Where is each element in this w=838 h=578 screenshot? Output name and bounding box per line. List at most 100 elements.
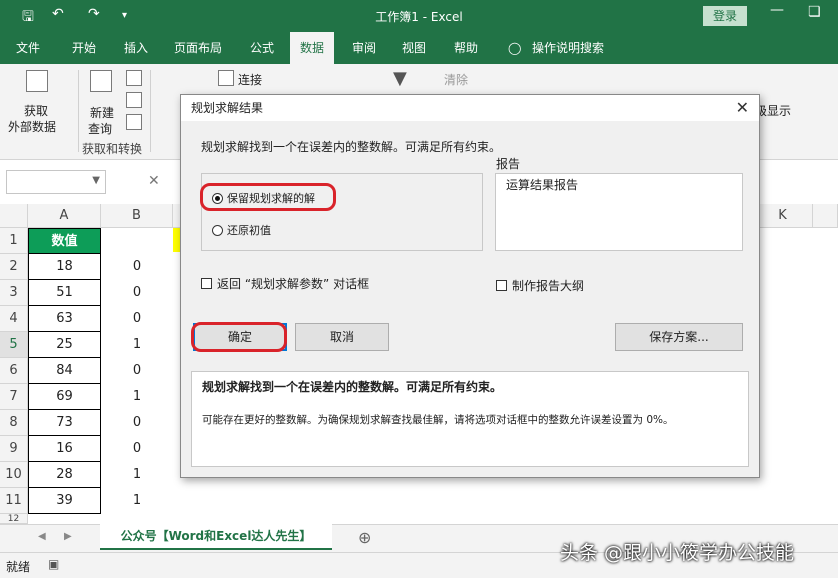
column-header-k[interactable]: K	[753, 204, 813, 228]
sheet-tab[interactable]: 公众号【Word和Excel达人先生】	[100, 524, 332, 550]
cell-a[interactable]: 73	[28, 410, 101, 436]
cell-a[interactable]: 25	[28, 332, 101, 358]
cell-b[interactable]: 0	[101, 410, 173, 436]
tab-insert[interactable]: 插入	[124, 32, 148, 64]
connections-label[interactable]: 连接	[238, 71, 262, 88]
cancel-button[interactable]: 取消	[295, 323, 389, 351]
restore-icon[interactable]: ❏	[808, 4, 821, 20]
dialog-message: 规划求解找到一个在误差内的整数解。可满足所有约束。	[201, 140, 502, 154]
minimize-icon[interactable]: —	[770, 2, 784, 18]
keep-solution-label[interactable]: 保留规划求解的解	[227, 190, 315, 206]
from-table-icon[interactable]	[126, 92, 142, 108]
chevron-down-icon[interactable]: ▼	[92, 175, 100, 186]
row-header[interactable]: 8	[0, 410, 28, 436]
scroll-left-icon[interactable]: ◀	[38, 531, 46, 542]
reports-label: 报告	[496, 157, 521, 171]
show-queries-icon[interactable]	[126, 70, 142, 86]
checkbox-icon[interactable]	[496, 280, 507, 291]
tab-page-layout[interactable]: 页面布局	[174, 32, 222, 64]
row-header[interactable]: 6	[0, 358, 28, 384]
cell-b[interactable]: 0	[101, 280, 173, 306]
scroll-right-icon[interactable]: ▶	[64, 531, 72, 542]
radio-unselected-icon[interactable]	[212, 224, 223, 236]
cell-b[interactable]: 0	[101, 254, 173, 280]
cell-a[interactable]: 39	[28, 488, 101, 514]
row-header[interactable]: 2	[0, 254, 28, 280]
save-scenario-button[interactable]: 保存方案...	[615, 323, 743, 351]
restore-values-radio[interactable]: 还原初值	[212, 222, 271, 238]
ok-button[interactable]: 确定	[193, 323, 287, 351]
tab-view[interactable]: 视图	[402, 32, 426, 64]
row-header[interactable]: 9	[0, 436, 28, 462]
cell-a1[interactable]: 数值	[28, 228, 101, 254]
cell-a[interactable]: 69	[28, 384, 101, 410]
cell-b[interactable]: 0	[101, 358, 173, 384]
cell-a[interactable]: 84	[28, 358, 101, 384]
reports-list[interactable]: 运算结果报告	[495, 173, 743, 251]
row-header[interactable]: 11	[0, 488, 28, 514]
ribbon-separator	[150, 70, 151, 152]
row-header-selected[interactable]: 5	[0, 332, 28, 358]
tab-formulas[interactable]: 公式	[250, 32, 274, 64]
ribbon-tabs: 文件 开始 插入 页面布局 公式 数据 审阅 视图 帮助 ◯ 操作说明搜索	[0, 32, 838, 64]
cell-b[interactable]: 0	[101, 436, 173, 462]
report-item-answer[interactable]: 运算结果报告	[506, 176, 578, 193]
row-header[interactable]: 7	[0, 384, 28, 410]
cell-b[interactable]: 1	[101, 332, 173, 358]
tab-help[interactable]: 帮助	[454, 32, 478, 64]
column-header-l[interactable]	[813, 204, 838, 228]
tab-review[interactable]: 审阅	[352, 32, 376, 64]
tell-me-search[interactable]: 操作说明搜索	[532, 32, 604, 64]
new-query-label-2[interactable]: 查询	[88, 120, 112, 137]
solver-results-dialog: 规划求解结果 ✕ 规划求解找到一个在误差内的整数解。可满足所有约束。 保留规划求…	[180, 94, 760, 478]
cell-a[interactable]: 51	[28, 280, 101, 306]
new-query-label-1[interactable]: 新建	[90, 104, 114, 121]
cancel-formula-icon[interactable]: ✕	[148, 173, 160, 189]
cell-a[interactable]: 18	[28, 254, 101, 280]
cell-b[interactable]: 1	[101, 384, 173, 410]
cell-a[interactable]: 63	[28, 306, 101, 332]
outline-label[interactable]: 级显示	[755, 102, 791, 119]
result-title: 规划求解找到一个在误差内的整数解。可满足所有约束。	[202, 380, 503, 394]
tab-file[interactable]: 文件	[16, 32, 40, 64]
cell-a[interactable]: 28	[28, 462, 101, 488]
row-header[interactable]: 1	[0, 228, 28, 254]
clear-label[interactable]: 清除	[444, 71, 468, 88]
radio-selected-icon[interactable]	[212, 192, 223, 204]
cell-a[interactable]: 16	[28, 436, 101, 462]
status-text: 就绪	[6, 560, 31, 574]
add-sheet-icon[interactable]: ⊕	[358, 528, 371, 547]
dialog-title: 规划求解结果	[181, 95, 759, 121]
row-header[interactable]: 12	[0, 514, 28, 524]
outline-reports-checkbox[interactable]: 制作报告大纲	[496, 277, 584, 294]
filter-icon[interactable]: ▼	[393, 68, 407, 89]
select-all-corner[interactable]	[0, 204, 28, 228]
macro-record-icon[interactable]: ▣	[48, 557, 59, 571]
column-header-b[interactable]: B	[101, 204, 173, 228]
recent-sources-icon[interactable]	[126, 114, 142, 130]
get-data-label-2[interactable]: 外部数据	[8, 118, 56, 135]
cell-b[interactable]: 1	[101, 462, 173, 488]
tab-home[interactable]: 开始	[72, 32, 96, 64]
column-header-a[interactable]: A	[28, 204, 101, 228]
tab-data[interactable]: 数据	[290, 32, 335, 64]
restore-values-label[interactable]: 还原初值	[227, 222, 271, 238]
row-header[interactable]: 10	[0, 462, 28, 488]
login-button[interactable]: 登录	[703, 6, 747, 26]
row-header[interactable]: 4	[0, 306, 28, 332]
checkbox-icon[interactable]	[201, 278, 212, 289]
outline-reports-label[interactable]: 制作报告大纲	[512, 277, 584, 294]
new-query-icon[interactable]	[90, 70, 112, 92]
name-box[interactable]: ▼	[6, 170, 106, 194]
get-data-icon[interactable]	[26, 70, 48, 92]
cell-b[interactable]: 1	[101, 488, 173, 514]
connections-icon[interactable]	[218, 70, 234, 86]
keep-solution-radio[interactable]: 保留规划求解的解	[212, 190, 315, 206]
cell-b[interactable]: 0	[101, 306, 173, 332]
lightbulb-icon: ◯	[508, 41, 522, 55]
row-header[interactable]: 3	[0, 280, 28, 306]
get-data-label-1[interactable]: 获取	[24, 102, 48, 119]
return-to-params-checkbox[interactable]: 返回 “规划求解参数” 对话框	[201, 275, 369, 292]
return-to-params-label[interactable]: 返回 “规划求解参数” 对话框	[217, 275, 369, 292]
close-icon[interactable]: ✕	[736, 98, 749, 117]
